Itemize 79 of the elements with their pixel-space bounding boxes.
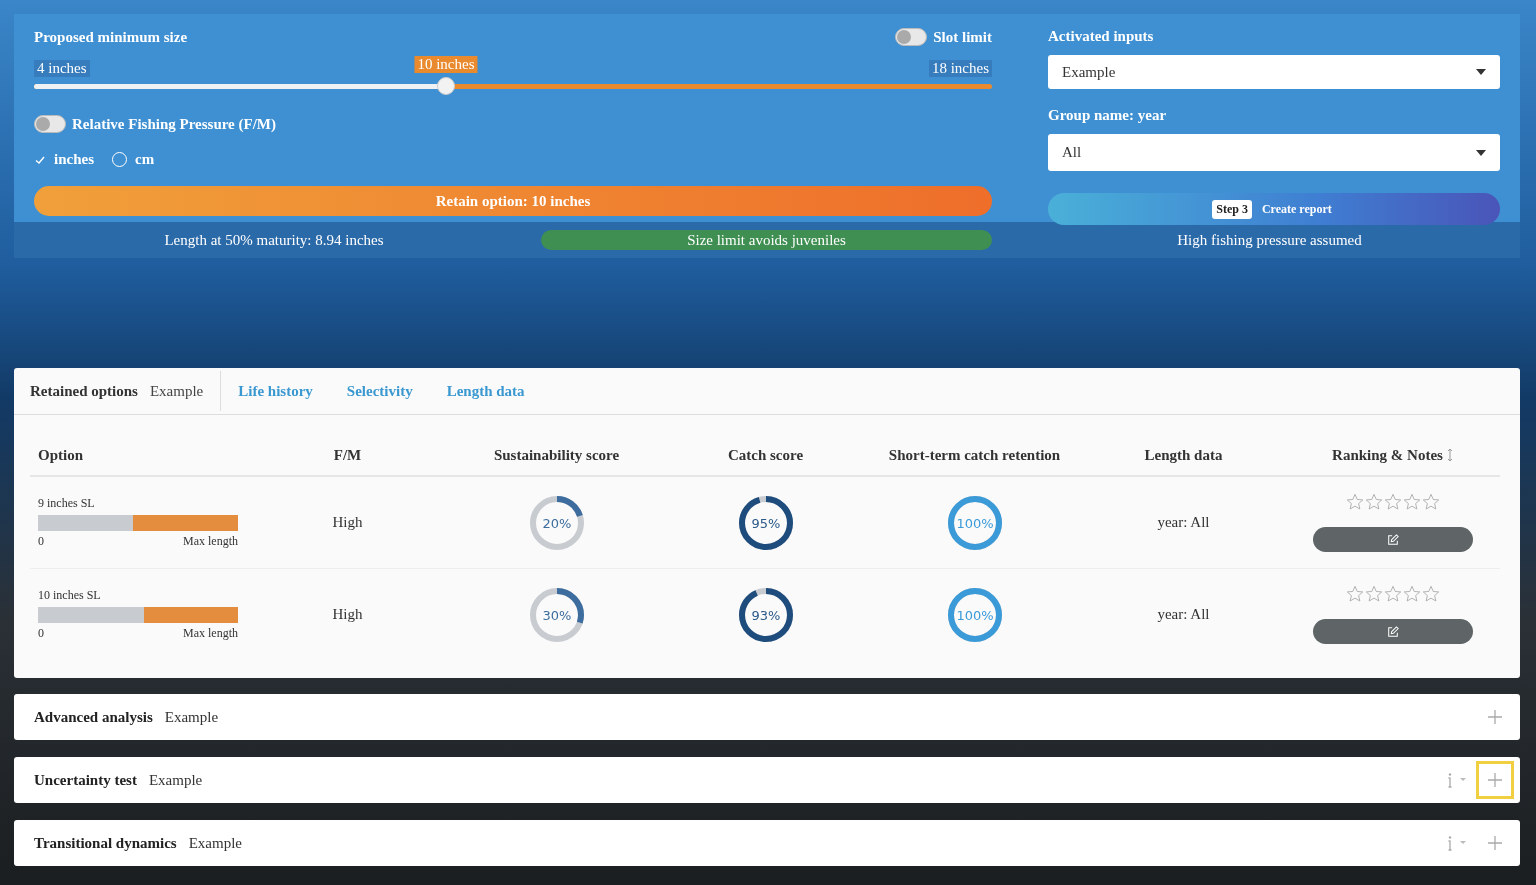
score-donut: 100% bbox=[945, 493, 1004, 552]
proposed-size-label: Proposed minimum size bbox=[34, 28, 188, 46]
option-label: 9 inches SL bbox=[38, 496, 96, 511]
tab[interactable]: Length data bbox=[429, 371, 542, 411]
column-header: Sustainability score bbox=[492, 446, 621, 464]
star-icon[interactable] bbox=[1364, 493, 1383, 511]
slider-value-label: 10 inches bbox=[414, 56, 478, 73]
star-rating[interactable] bbox=[1345, 585, 1440, 603]
activated-inputs-dropdown[interactable]: Example bbox=[1048, 55, 1500, 89]
juveniles-status: Size limit avoids juveniles bbox=[541, 230, 992, 250]
length-data-cell-text: year: All bbox=[1156, 514, 1211, 531]
slider-thumb[interactable] bbox=[436, 77, 455, 95]
bar-max-label: Max length bbox=[183, 534, 238, 549]
score-donut: 30% bbox=[527, 585, 586, 644]
plus-icon bbox=[1488, 710, 1502, 724]
retain-option-button[interactable]: Retain option: 10 inches bbox=[34, 186, 992, 216]
fishing-pressure-toggle[interactable] bbox=[34, 115, 66, 133]
expand-button[interactable] bbox=[1476, 761, 1514, 799]
slider-min-label: 4 inches bbox=[34, 60, 90, 77]
group-name-label: Group name: year bbox=[1048, 107, 1168, 124]
star-icon[interactable] bbox=[1421, 493, 1440, 511]
star-icon[interactable] bbox=[1345, 493, 1364, 511]
column-header: Length data bbox=[1143, 446, 1224, 464]
tab[interactable]: Retained options Example bbox=[14, 371, 222, 411]
unit-label: cm bbox=[135, 151, 155, 168]
score-donut: 20% bbox=[527, 493, 586, 552]
tab[interactable]: Life history bbox=[221, 371, 330, 411]
section-title: Transitional dynamics bbox=[34, 834, 177, 852]
caret-icon bbox=[1476, 149, 1486, 156]
caret-icon bbox=[1476, 69, 1486, 75]
section-subtitle: Example bbox=[148, 771, 203, 789]
score-donut: 95% bbox=[736, 493, 795, 552]
star-icon[interactable] bbox=[1383, 493, 1402, 511]
sort-icon[interactable] bbox=[1446, 447, 1453, 462]
star-icon[interactable] bbox=[1402, 493, 1421, 511]
score-donut: 93% bbox=[736, 585, 795, 644]
star-icon[interactable] bbox=[1402, 585, 1421, 603]
create-report-button[interactable]: Create report bbox=[1257, 199, 1336, 219]
star-icon[interactable] bbox=[1364, 585, 1383, 603]
edit-notes-button[interactable] bbox=[1312, 527, 1473, 552]
plus-icon bbox=[1488, 836, 1502, 850]
star-icon[interactable] bbox=[1345, 585, 1364, 603]
column-header: Short-term catch retention bbox=[887, 446, 1062, 464]
edit-notes-button[interactable] bbox=[1312, 619, 1473, 644]
score-donut: 100% bbox=[945, 585, 1004, 644]
unit-label: inches bbox=[54, 151, 94, 168]
info-icon[interactable] bbox=[1446, 772, 1468, 788]
column-header: F/M bbox=[332, 446, 363, 464]
column-header: Catch score bbox=[726, 446, 805, 464]
pressure-text: High fishing pressure assumed bbox=[1176, 231, 1363, 249]
fm-cell-text: High bbox=[331, 514, 364, 531]
activated-inputs-label: Activated inputs bbox=[1048, 28, 1155, 45]
bar-max-label: Max length bbox=[183, 626, 238, 641]
fm-cell-text: High bbox=[331, 606, 364, 623]
group-dropdown[interactable]: All bbox=[1048, 134, 1500, 171]
tab[interactable]: Selectivity bbox=[329, 371, 430, 411]
section-subtitle: Example bbox=[188, 834, 242, 852]
edit-icon bbox=[1386, 625, 1399, 638]
section-subtitle: Example bbox=[164, 708, 219, 726]
option-label: 10 inches SL bbox=[38, 588, 102, 603]
slider-max-label: 18 inches bbox=[928, 60, 992, 77]
step-badge: Step 3 bbox=[1212, 199, 1252, 219]
star-icon[interactable] bbox=[1421, 585, 1440, 603]
bar-min-label: 0 bbox=[38, 534, 44, 549]
length-data-cell-text: year: All bbox=[1156, 606, 1211, 623]
maturity-text: Length at 50% maturity: 8.94 inches bbox=[163, 231, 385, 249]
section-title: Uncertainty test bbox=[34, 771, 137, 789]
slot-limit-label: Slot limit bbox=[933, 28, 992, 46]
section-title: Advanced analysis bbox=[34, 708, 153, 726]
column-header: Option bbox=[37, 446, 84, 464]
plus-icon bbox=[1488, 773, 1502, 787]
fishing-pressure-label: Relative Fishing Pressure (F/M) bbox=[72, 115, 276, 133]
star-rating[interactable] bbox=[1345, 493, 1440, 511]
edit-icon bbox=[1386, 533, 1399, 546]
column-header: Ranking & Notes bbox=[1288, 446, 1497, 464]
info-icon[interactable] bbox=[1446, 835, 1468, 851]
bar-min-label: 0 bbox=[38, 626, 44, 641]
star-icon[interactable] bbox=[1383, 585, 1402, 603]
slot-limit-toggle[interactable] bbox=[895, 28, 928, 46]
